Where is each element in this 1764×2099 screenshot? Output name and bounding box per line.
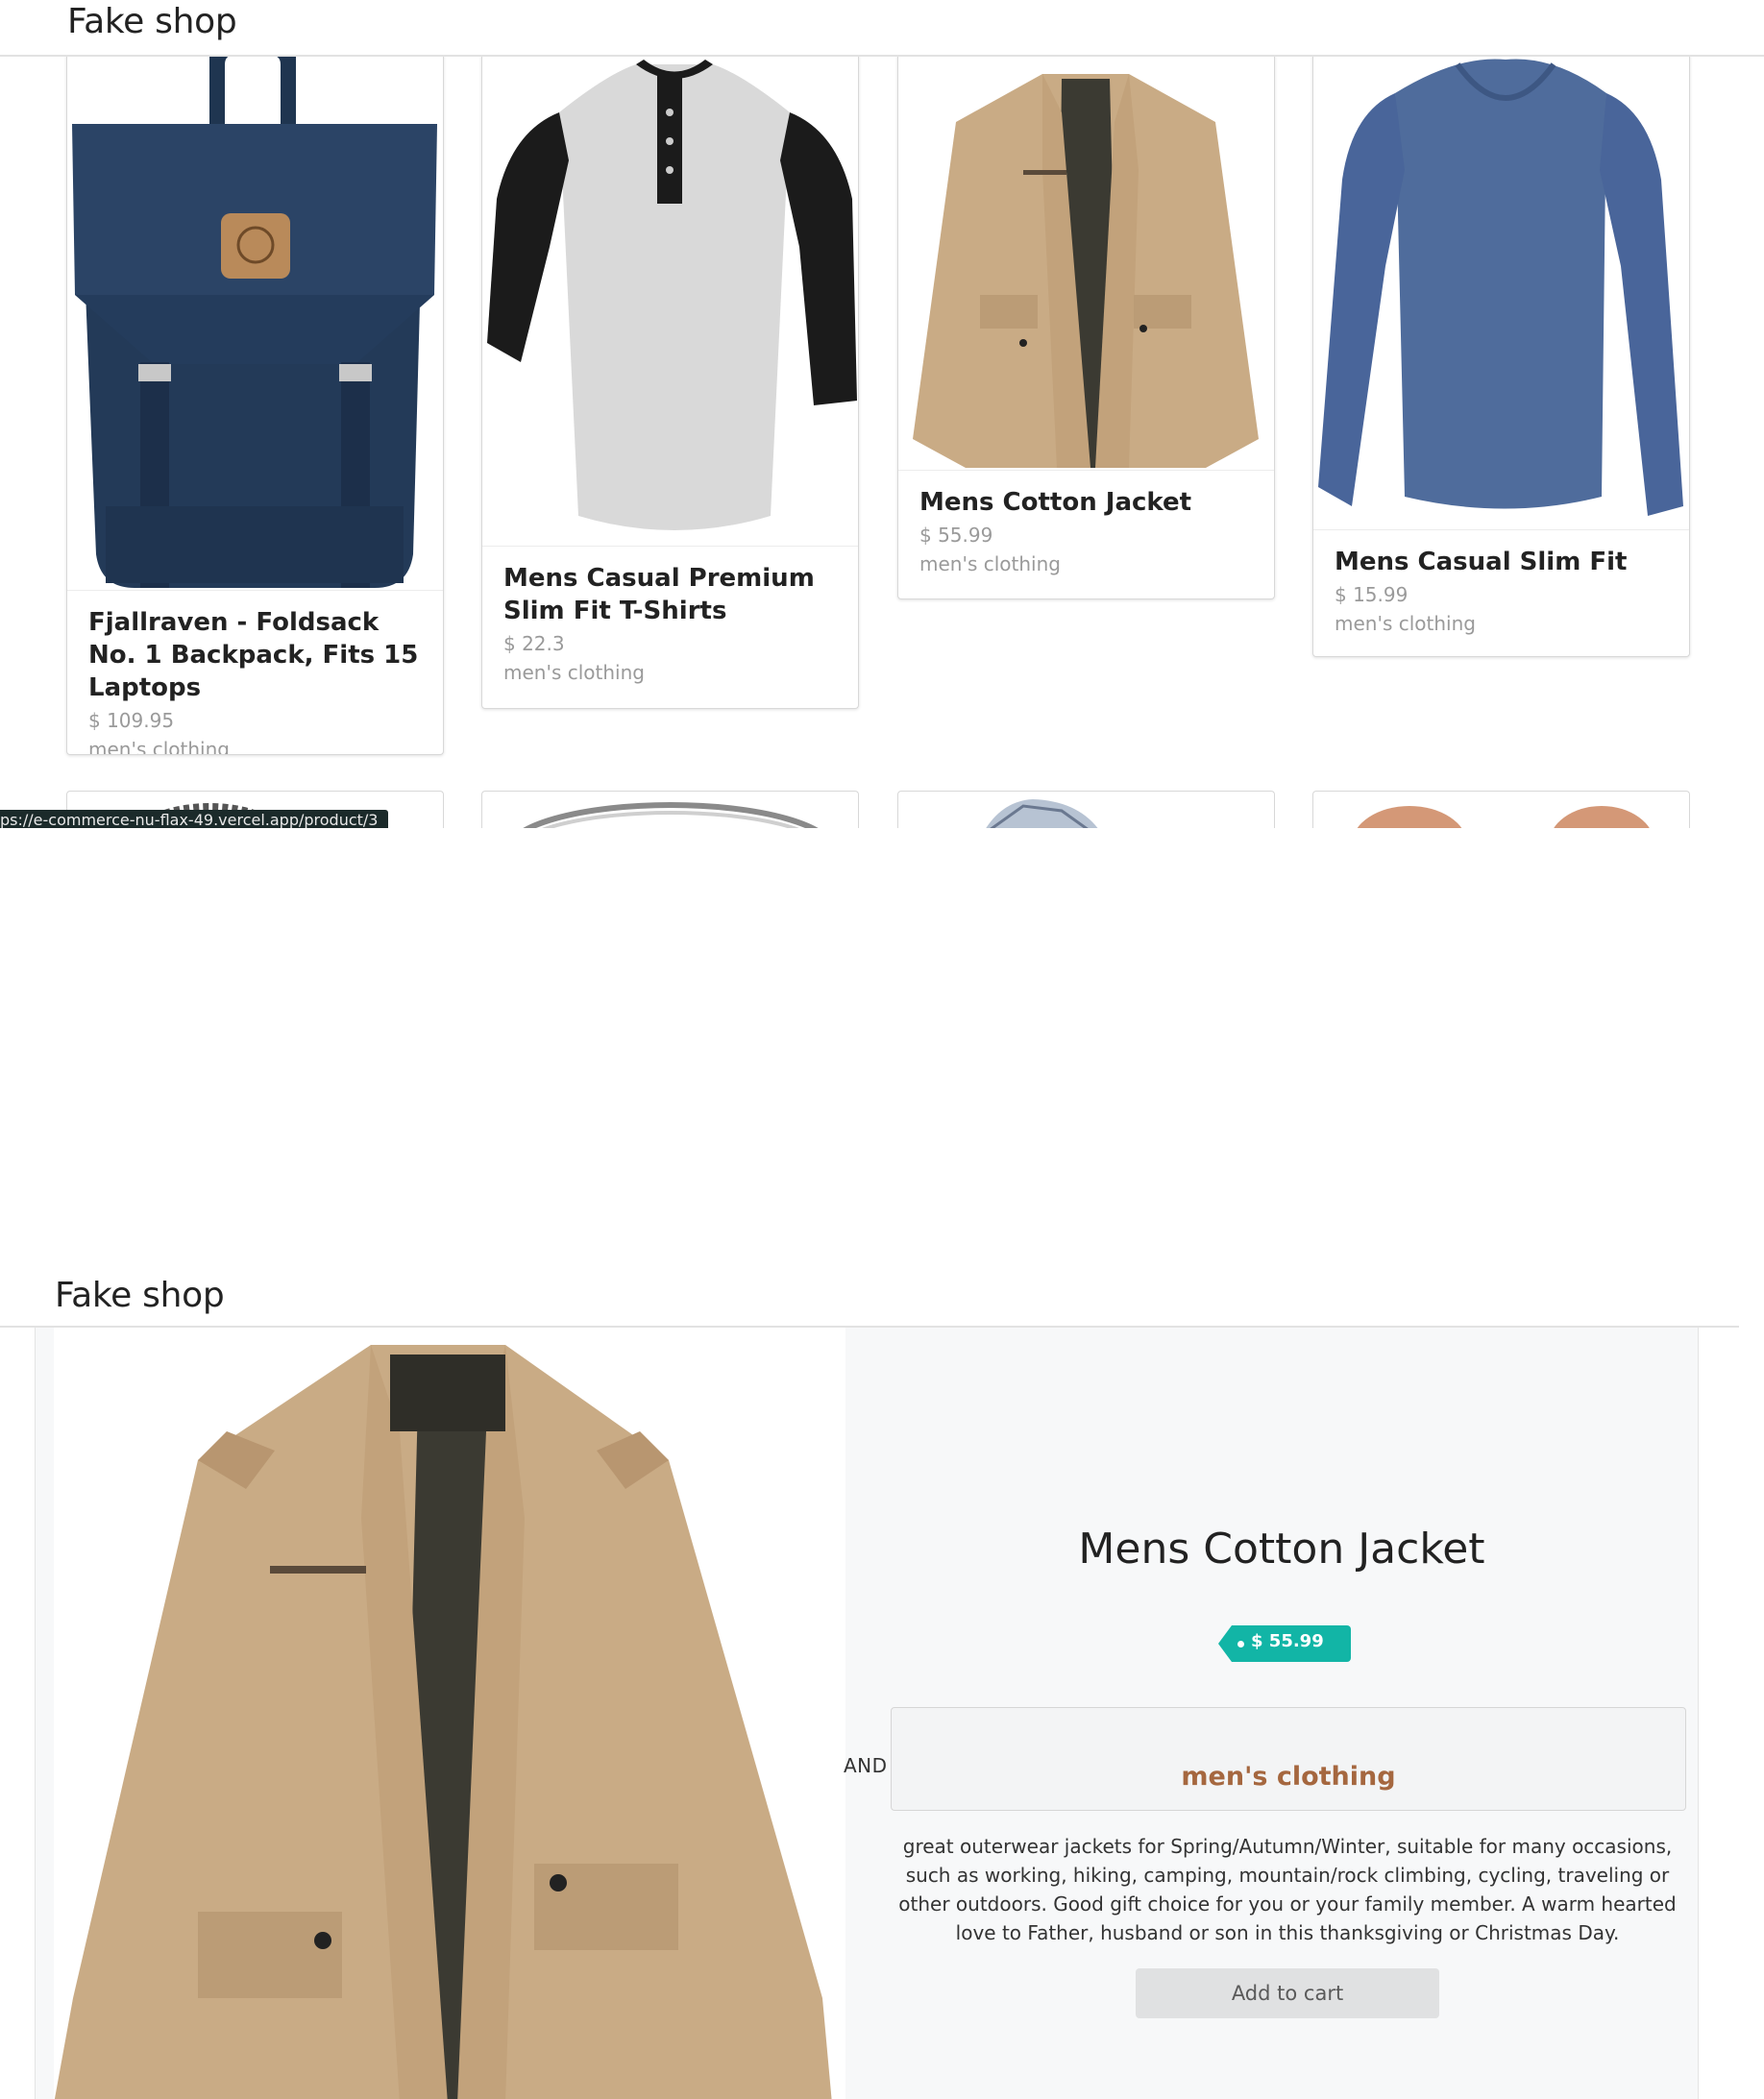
product-title: Mens Casual Slim Fit: [1335, 548, 1628, 576]
site-header: Fake shop: [0, 0, 1764, 57]
rose-gold-earrings-image: [1357, 806, 1650, 828]
product-title: Mens Cotton Jacket: [1078, 1525, 1485, 1574]
status-url-tooltip: ps://e-commerce-nu-flax-49.vercel.app/pr…: [0, 810, 388, 828]
product-category: men's clothing: [1181, 1762, 1396, 1792]
tag-hole-icon: [1237, 1641, 1244, 1647]
product-price: $ 55.99: [1251, 1631, 1324, 1651]
product-price: $ 55.99: [919, 524, 993, 547]
cotton-jacket-image: [54, 1326, 845, 2099]
product-price: $ 22.3: [503, 632, 565, 655]
product-description: great outerwear jackets for Spring/Autum…: [898, 1835, 1677, 1944]
backpack-image: [67, 55, 443, 590]
product-card[interactable]: Mens Casual Slim Fit $ 15.99 men's cloth…: [1312, 55, 1690, 657]
product-detail-view: Fake shop AND Mens Cotton Jacket $ 55.99…: [0, 1270, 1764, 2099]
product-category: men's clothing: [1335, 612, 1476, 635]
product-card[interactable]: [481, 791, 859, 828]
product-price: $ 109.95: [88, 709, 175, 732]
product-title: Mens Casual Premium Slim Fit T-Shirts: [503, 564, 815, 625]
product-card[interactable]: Mens Casual Premium Slim Fit T-Shirts $ …: [481, 55, 859, 709]
category-segment: men's clothing: [891, 1707, 1686, 1811]
raglan-tshirt-image: [482, 55, 858, 546]
tag-point: [1218, 1625, 1232, 1662]
product-card[interactable]: [1312, 791, 1690, 828]
cotton-jacket-image: [898, 55, 1274, 470]
price-tag: $ 55.99: [1218, 1625, 1351, 1662]
shop-brand[interactable]: Fake shop: [67, 2, 237, 41]
product-category: men's clothing: [503, 661, 645, 684]
product-card[interactable]: [897, 791, 1275, 828]
add-to-cart-button[interactable]: Add to cart: [1136, 1968, 1439, 2018]
product-category: men's clothing: [88, 738, 230, 755]
diamond-ring-image: [986, 799, 1098, 828]
blue-longsleeve-image: [1313, 55, 1689, 529]
product-card[interactable]: Mens Cotton Jacket $ 55.99 men's clothin…: [897, 55, 1275, 599]
silver-ring-image: [523, 802, 819, 828]
product-title: Mens Cotton Jacket: [919, 488, 1192, 517]
product-listing-view: Fake shop Fjallraven - Foldsack No. 1 Ba…: [0, 0, 1764, 828]
product-card[interactable]: Fjallraven - Foldsack No. 1 Backpack, Fi…: [66, 55, 444, 755]
product-price: $ 15.99: [1335, 583, 1409, 606]
product-category: men's clothing: [919, 552, 1061, 575]
vertical-divider-label: AND: [844, 1754, 888, 1777]
shop-brand[interactable]: Fake shop: [55, 1276, 225, 1315]
site-header: Fake shop: [0, 1270, 1739, 1328]
product-title: Fjallraven - Foldsack No. 1 Backpack, Fi…: [88, 608, 419, 702]
